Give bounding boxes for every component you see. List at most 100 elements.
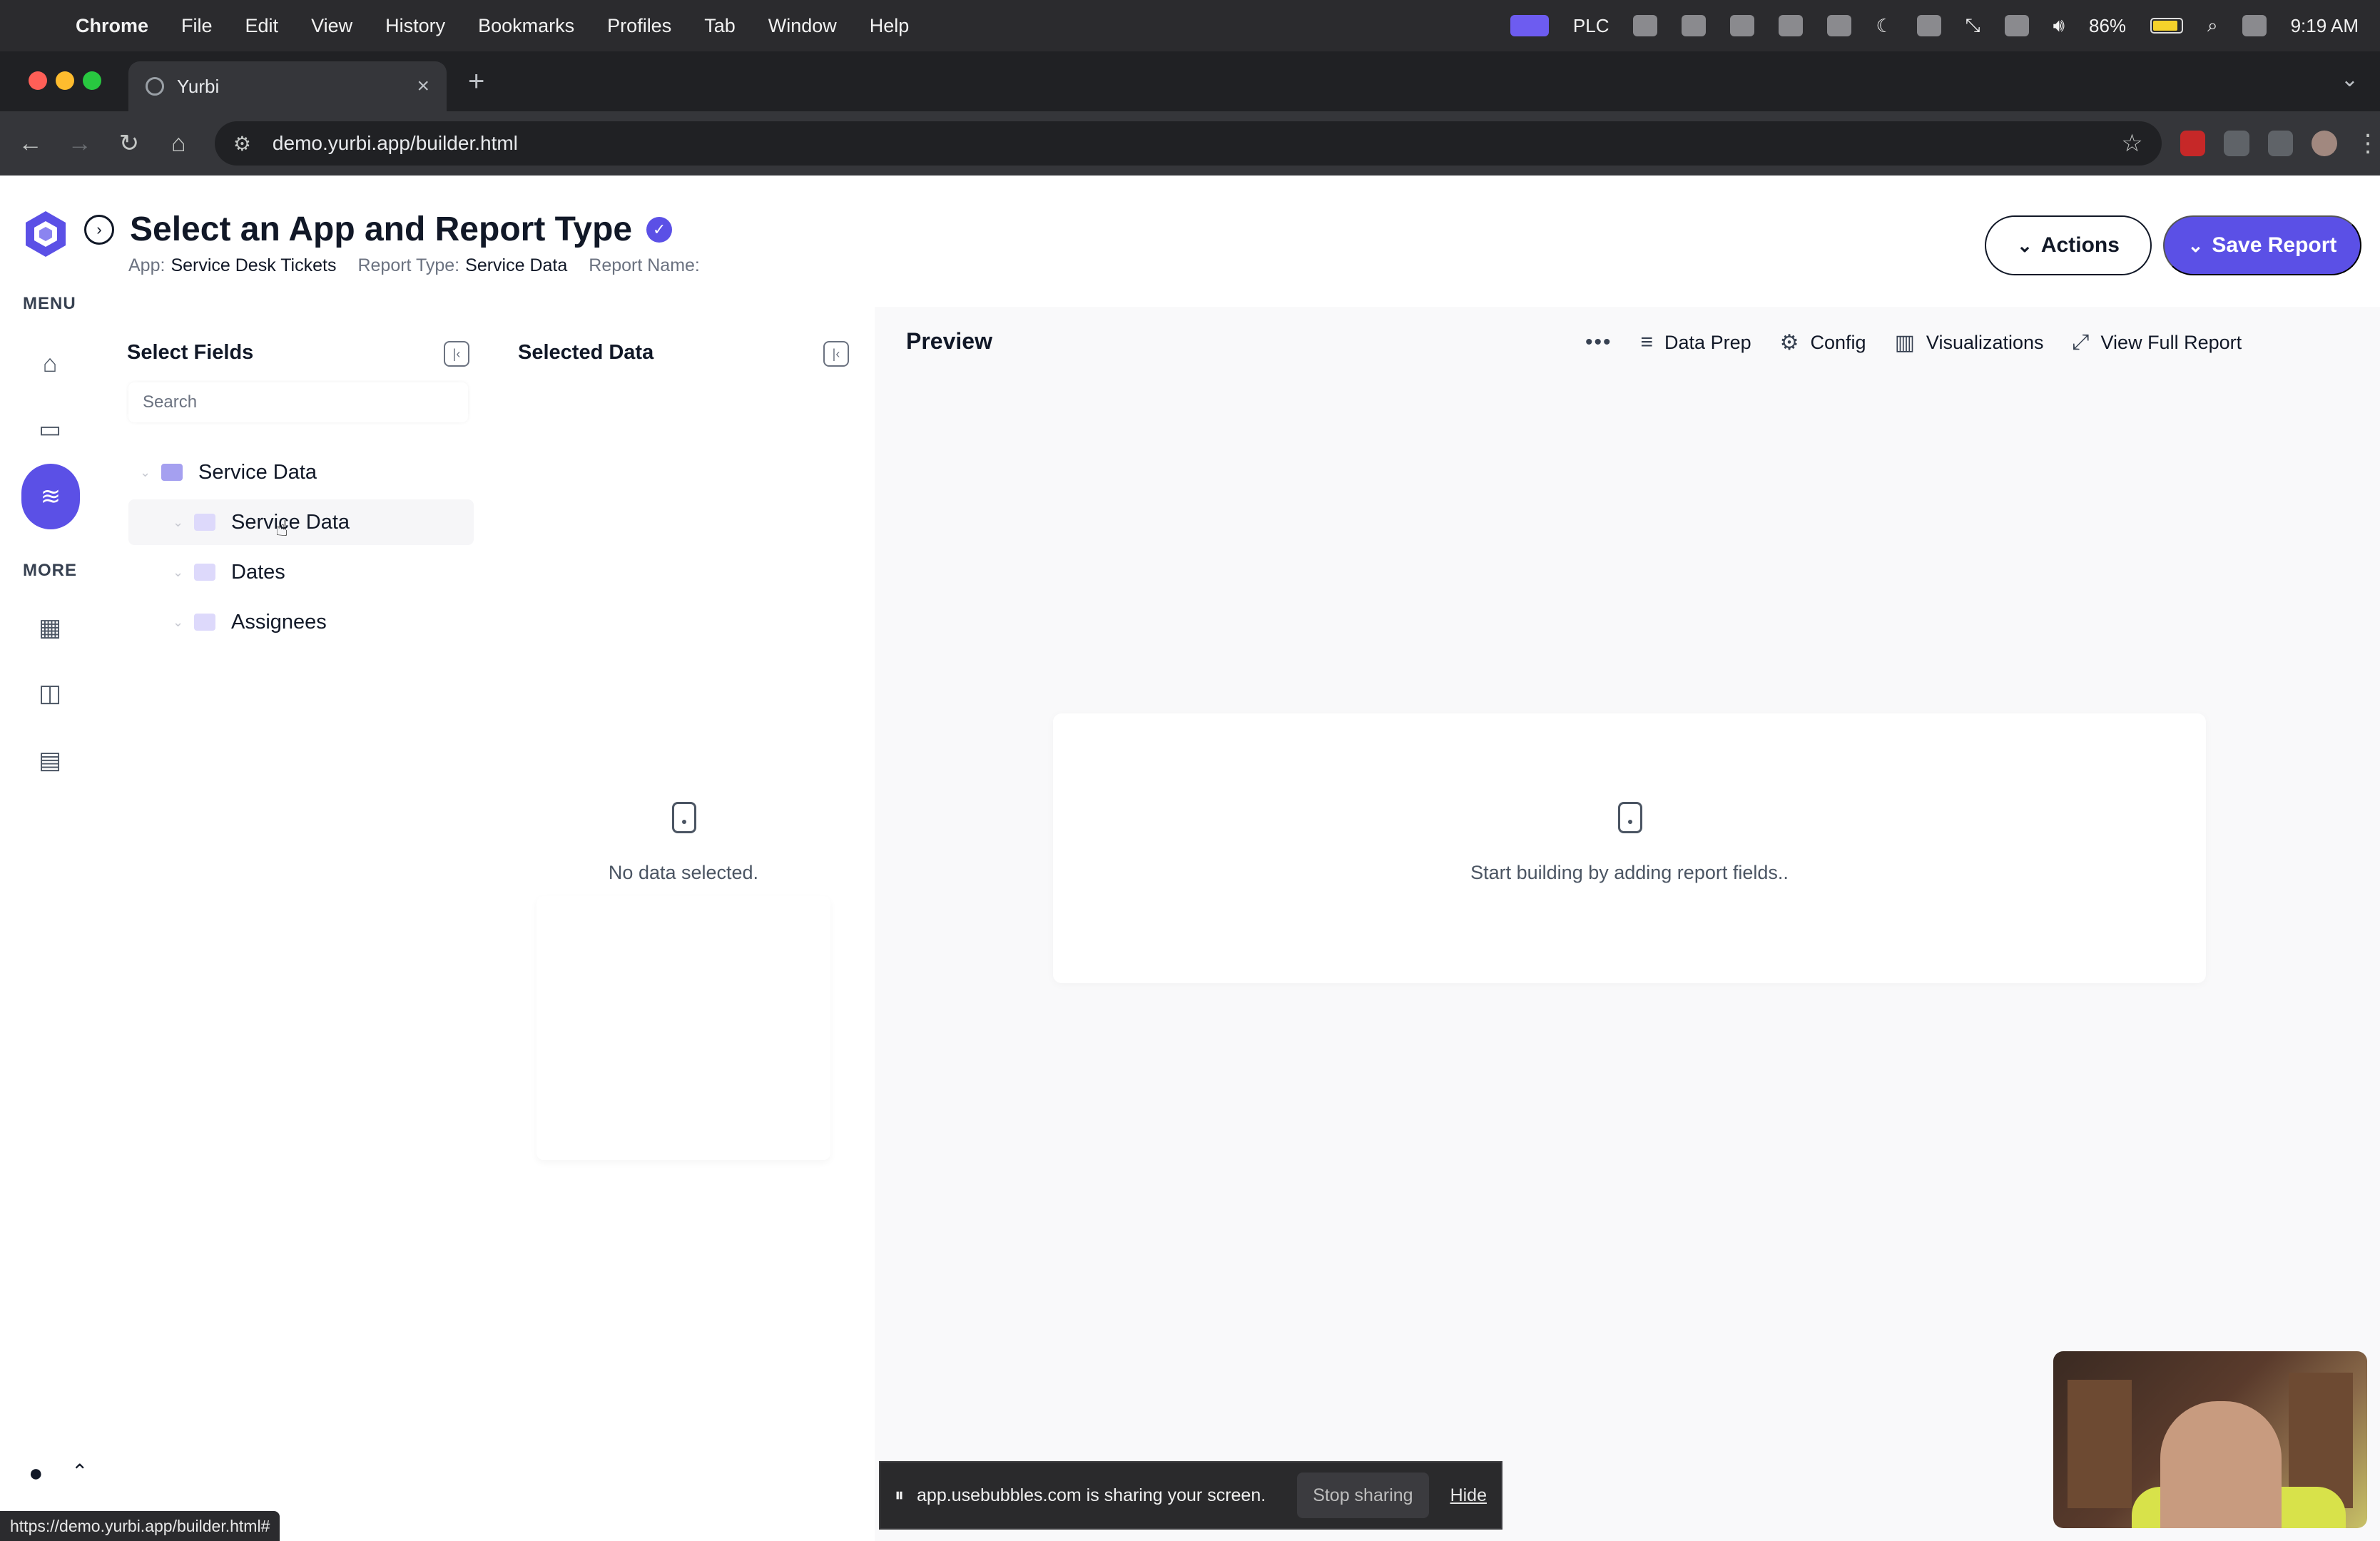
tree-root-label: Service Data xyxy=(198,460,317,484)
forward-icon[interactable]: → xyxy=(55,130,104,158)
view-full-report-button[interactable]: ⤢ View Full Report xyxy=(2073,330,2242,355)
actions-button[interactable]: ⌄ Actions xyxy=(1985,215,2152,275)
bookshelf-image xyxy=(2068,1380,2132,1508)
expand-icon[interactable]: ⤡ xyxy=(1965,14,1980,37)
expand-panel-icon[interactable]: › xyxy=(84,214,114,245)
tree-item-assignees[interactable]: ⌄ Assignees xyxy=(173,599,327,645)
back-icon[interactable]: ← xyxy=(6,130,55,158)
yurbi-logo-icon[interactable] xyxy=(20,208,71,260)
more-section-label: MORE xyxy=(23,561,77,580)
menu-edit[interactable]: Edit xyxy=(245,15,279,37)
address-url[interactable]: demo.yurbi.app/builder.html xyxy=(273,132,518,155)
app-tray-icon[interactable] xyxy=(1682,15,1707,36)
stop-sharing-button[interactable]: Stop sharing xyxy=(1297,1473,1429,1518)
home-icon[interactable]: ⌂ xyxy=(154,130,203,158)
webcam-overlay[interactable] xyxy=(2053,1351,2367,1528)
link-status-bar: https://demo.yurbi.app/builder.html# xyxy=(0,1511,280,1541)
page-title: Select an App and Report Type xyxy=(130,210,633,248)
folder-icon xyxy=(194,564,215,581)
verified-check-icon[interactable]: ✓ xyxy=(646,216,673,243)
globe-tray-icon[interactable] xyxy=(1730,15,1755,36)
window-minimize-icon[interactable] xyxy=(56,71,74,90)
tree-item-service-data[interactable]: ⌄ Service Data xyxy=(128,499,474,545)
reload-icon[interactable]: ↻ xyxy=(104,129,153,158)
more-options-icon[interactable]: ••• xyxy=(1585,330,1612,355)
preview-toolbar: ••• ≡ Data Prep ⚙ Config ▥ Visualization… xyxy=(1585,327,2242,358)
document-nav-icon[interactable]: ▤ xyxy=(31,742,68,779)
selected-data-title: Selected Data xyxy=(518,341,654,364)
screen-share-icon[interactable] xyxy=(1510,15,1549,36)
fields-search-input[interactable]: Search xyxy=(128,382,468,422)
tree-item-dates[interactable]: ⌄ Dates xyxy=(173,549,285,595)
tab-title: Yurbi xyxy=(177,75,220,97)
tab-close-icon[interactable]: × xyxy=(417,74,429,98)
hide-banner-link[interactable]: Hide xyxy=(1450,1485,1487,1506)
schedule-24-nav-icon[interactable]: ◫ xyxy=(31,675,68,712)
pause-icon[interactable]: ⏸ xyxy=(895,1484,904,1507)
chevron-down-icon: ⌄ xyxy=(2187,234,2204,256)
menu-profiles[interactable]: Profiles xyxy=(607,15,671,37)
report-type-value: Service Data xyxy=(465,255,568,275)
tree-item-label: Assignees xyxy=(231,610,327,634)
tab-search-chevron-icon[interactable]: ⌄ xyxy=(2341,67,2359,92)
tree-root-service-data[interactable]: ⌄ Service Data xyxy=(140,449,317,495)
app-value: Service Desk Tickets xyxy=(171,255,337,275)
play-icon[interactable] xyxy=(1633,15,1658,36)
new-tab-icon[interactable]: + xyxy=(468,66,484,98)
gear-icon: ⚙ xyxy=(1779,330,1799,355)
save-report-button[interactable]: ⌄ Save Report xyxy=(2163,215,2361,275)
menu-history[interactable]: History xyxy=(385,15,445,37)
report-meta: App: Service Desk Tickets Report Type: S… xyxy=(128,255,700,276)
window-close-icon[interactable] xyxy=(29,71,47,90)
list-icon: ≡ xyxy=(1640,330,1654,354)
extension-icon[interactable] xyxy=(2224,131,2249,156)
fox-icon[interactable] xyxy=(1779,15,1804,36)
menu-tab[interactable]: Tab xyxy=(704,15,736,37)
battery-icon[interactable] xyxy=(2150,18,2184,34)
user-account-icon[interactable]: ● xyxy=(29,1460,44,1487)
tree-caret-icon[interactable]: ⌄ xyxy=(140,465,161,480)
plc-tray-item[interactable]: PLC xyxy=(1573,15,1609,37)
address-bar[interactable]: ⚙ demo.yurbi.app/builder.html ☆ xyxy=(214,121,2162,166)
bookmark-star-icon[interactable]: ☆ xyxy=(2121,129,2142,158)
volume-icon[interactable]: 🔊︎ xyxy=(2053,14,2065,37)
clock[interactable]: 9:19 AM xyxy=(2291,15,2359,37)
extension-red-icon[interactable] xyxy=(2180,131,2206,156)
collapse-panel-icon[interactable]: |‹ xyxy=(823,341,849,367)
visualizations-button[interactable]: ▥ Visualizations xyxy=(1895,330,2044,355)
site-settings-icon[interactable]: ⚙ xyxy=(233,132,251,156)
battery-percent: 86% xyxy=(2088,14,2127,36)
tree-caret-icon[interactable]: ⌄ xyxy=(173,615,194,630)
control-center-icon[interactable] xyxy=(2242,15,2267,36)
calendar-nav-icon[interactable]: ▦ xyxy=(31,609,68,646)
report-name-label: Report Name: xyxy=(589,255,700,275)
report-type-label: Report Type: xyxy=(357,255,460,275)
data-prep-button[interactable]: ≡ Data Prep xyxy=(1641,330,1751,355)
chevron-up-icon[interactable]: ⌃ xyxy=(71,1460,88,1483)
folder-nav-icon[interactable]: ▭ xyxy=(31,411,68,448)
menu-app-name[interactable]: Chrome xyxy=(76,15,148,37)
menu-bookmarks[interactable]: Bookmarks xyxy=(478,15,574,37)
home-nav-icon[interactable]: ⌂ xyxy=(31,345,68,382)
spotlight-search-icon[interactable]: ⌕ xyxy=(2207,14,2218,37)
leaf-icon[interactable] xyxy=(2004,15,2029,36)
calculator-icon[interactable] xyxy=(1916,15,1941,36)
window-zoom-icon[interactable] xyxy=(83,71,101,90)
browser-tab[interactable]: Yurbi × xyxy=(128,61,447,111)
collapse-panel-icon[interactable]: |‹ xyxy=(444,341,469,367)
page-header: › Select an App and Report Type ✓ xyxy=(84,210,673,249)
menu-file[interactable]: File xyxy=(181,15,213,37)
layers-nav-icon[interactable]: ≋ xyxy=(21,464,80,529)
menu-help[interactable]: Help xyxy=(870,15,910,37)
tree-caret-icon[interactable]: ⌄ xyxy=(173,515,194,530)
cloud-icon[interactable] xyxy=(1827,15,1852,36)
tree-caret-icon[interactable]: ⌄ xyxy=(173,565,194,580)
preview-empty-text: Start building by adding report fields.. xyxy=(1470,862,1789,883)
menu-window[interactable]: Window xyxy=(768,15,837,37)
config-button[interactable]: ⚙ Config xyxy=(1780,330,1866,355)
moon-icon[interactable]: ☾ xyxy=(1876,15,1892,37)
chrome-menu-icon[interactable]: ⋮ xyxy=(2356,129,2380,158)
menu-view[interactable]: View xyxy=(311,15,352,37)
profile-avatar[interactable] xyxy=(2312,131,2338,156)
extensions-puzzle-icon[interactable] xyxy=(2267,131,2294,156)
